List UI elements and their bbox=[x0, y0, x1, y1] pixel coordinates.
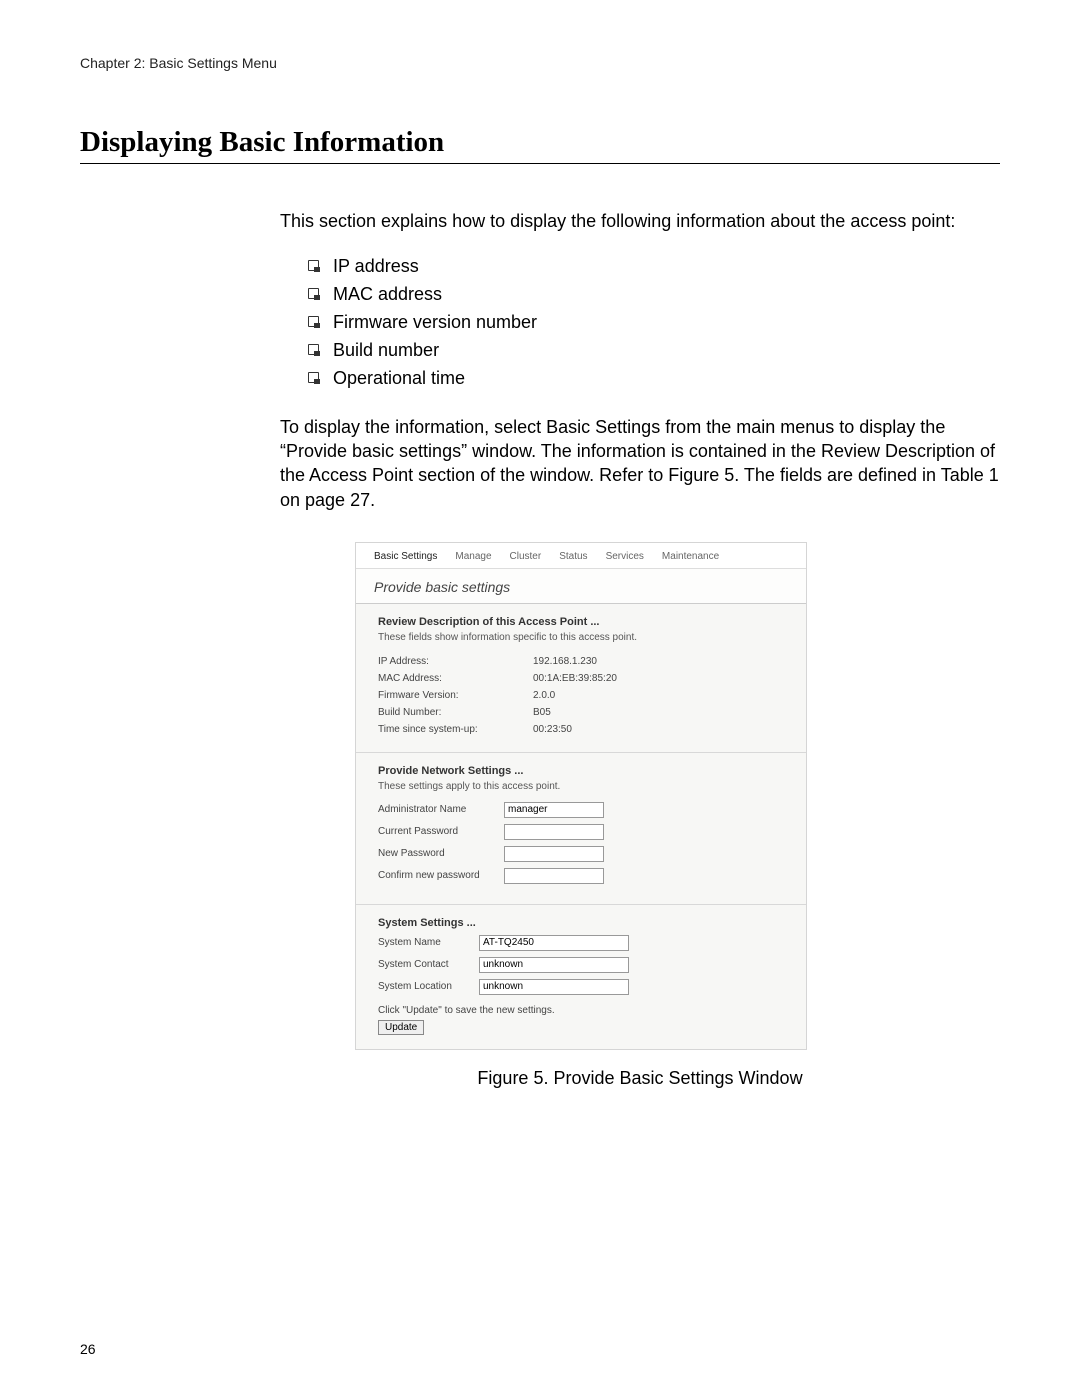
fw-value: 2.0.0 bbox=[533, 687, 555, 704]
figure-caption: Figure 5. Provide Basic Settings Window bbox=[280, 1068, 1000, 1089]
system-contact-input[interactable] bbox=[479, 957, 629, 973]
mac-value: 00:1A:EB:39:85:20 bbox=[533, 670, 617, 687]
review-title: Review Description of this Access Point … bbox=[378, 616, 784, 628]
tab-manage[interactable]: Manage bbox=[455, 551, 491, 562]
basic-settings-window: Basic Settings Manage Cluster Status Ser… bbox=[355, 542, 807, 1050]
section-title: Displaying Basic Information bbox=[80, 126, 1000, 164]
update-hint: Click "Update" to save the new settings. bbox=[378, 1005, 784, 1016]
fw-label: Firmware Version: bbox=[378, 687, 533, 704]
instruction-paragraph: To display the information, select Basic… bbox=[280, 415, 1000, 512]
bullet-icon bbox=[308, 316, 319, 327]
system-name-label: System Name bbox=[378, 937, 473, 948]
tab-bar: Basic Settings Manage Cluster Status Ser… bbox=[356, 543, 806, 569]
bullet-item: Operational time bbox=[308, 365, 1000, 393]
bullet-icon bbox=[308, 344, 319, 355]
page-number: 26 bbox=[80, 1341, 96, 1357]
bullet-item: Firmware version number bbox=[308, 309, 1000, 337]
new-password-label: New Password bbox=[378, 848, 498, 859]
uptime-label: Time since system-up: bbox=[378, 721, 533, 738]
ip-value: 192.168.1.230 bbox=[533, 653, 597, 670]
bullet-icon bbox=[308, 372, 319, 383]
ip-label: IP Address: bbox=[378, 653, 533, 670]
tab-status[interactable]: Status bbox=[559, 551, 587, 562]
confirm-password-input[interactable] bbox=[504, 868, 604, 884]
admin-name-input[interactable] bbox=[504, 802, 604, 818]
system-block: System Settings ... System Name System C… bbox=[356, 905, 806, 1049]
bullet-text: Operational time bbox=[333, 365, 465, 393]
tab-basic-settings[interactable]: Basic Settings bbox=[374, 551, 437, 562]
bullet-text: MAC address bbox=[333, 281, 442, 309]
bullet-item: MAC address bbox=[308, 281, 1000, 309]
bullet-item: Build number bbox=[308, 337, 1000, 365]
current-password-input[interactable] bbox=[504, 824, 604, 840]
build-value: B05 bbox=[533, 704, 551, 721]
uptime-value: 00:23:50 bbox=[533, 721, 572, 738]
review-desc: These fields show information specific t… bbox=[378, 632, 784, 643]
system-location-input[interactable] bbox=[479, 979, 629, 995]
build-label: Build Number: bbox=[378, 704, 533, 721]
tab-cluster[interactable]: Cluster bbox=[510, 551, 542, 562]
update-button[interactable]: Update bbox=[378, 1020, 424, 1035]
system-location-label: System Location bbox=[378, 981, 473, 992]
review-block: Review Description of this Access Point … bbox=[356, 604, 806, 753]
confirm-password-label: Confirm new password bbox=[378, 870, 498, 881]
bullet-text: Firmware version number bbox=[333, 309, 537, 337]
new-password-input[interactable] bbox=[504, 846, 604, 862]
tab-maintenance[interactable]: Maintenance bbox=[662, 551, 719, 562]
tab-services[interactable]: Services bbox=[606, 551, 644, 562]
admin-name-label: Administrator Name bbox=[378, 804, 498, 815]
current-password-label: Current Password bbox=[378, 826, 498, 837]
bullet-icon bbox=[308, 260, 319, 271]
window-title: Provide basic settings bbox=[356, 569, 806, 604]
system-name-input[interactable] bbox=[479, 935, 629, 951]
network-title: Provide Network Settings ... bbox=[378, 765, 784, 777]
bullet-icon bbox=[308, 288, 319, 299]
system-contact-label: System Contact bbox=[378, 959, 473, 970]
info-bullet-list: IP address MAC address Firmware version … bbox=[308, 253, 1000, 392]
bullet-text: Build number bbox=[333, 337, 439, 365]
bullet-text: IP address bbox=[333, 253, 419, 281]
bullet-item: IP address bbox=[308, 253, 1000, 281]
intro-paragraph: This section explains how to display the… bbox=[280, 209, 1000, 233]
network-desc: These settings apply to this access poin… bbox=[378, 781, 784, 792]
network-block: Provide Network Settings ... These setti… bbox=[356, 753, 806, 905]
mac-label: MAC Address: bbox=[378, 670, 533, 687]
system-title: System Settings ... bbox=[378, 917, 784, 929]
chapter-header: Chapter 2: Basic Settings Menu bbox=[80, 55, 1000, 71]
